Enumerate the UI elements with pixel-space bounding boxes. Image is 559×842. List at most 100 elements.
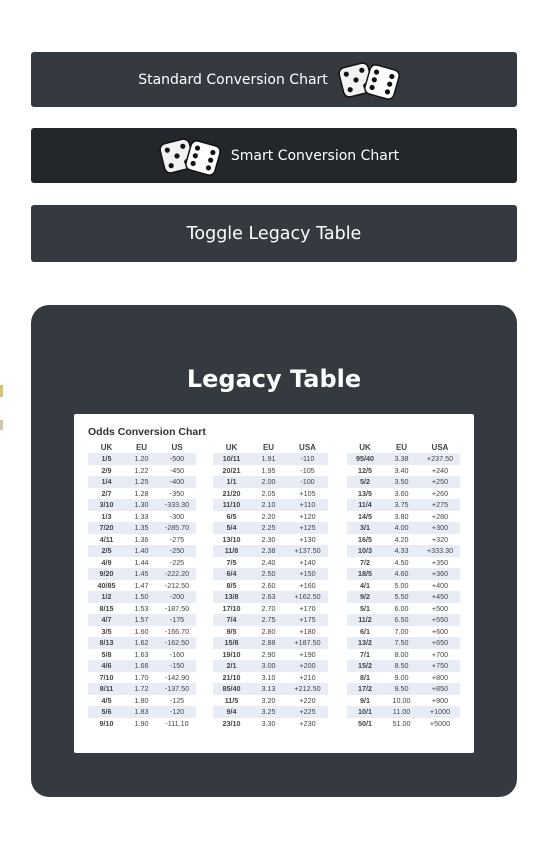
table-row: 13/2 7.50 +650	[347, 637, 460, 649]
table-cell: +162.50	[287, 591, 328, 603]
table-row: 11/4 3.75 +275	[347, 499, 460, 511]
table-cell: +237.50	[420, 453, 460, 465]
table-cell: +600	[431, 626, 449, 636]
table-cell: 2.10	[250, 499, 287, 511]
table-cell: 1.83	[125, 706, 158, 718]
table-cell: 1.66	[125, 660, 158, 672]
table-cell: +120	[299, 511, 316, 521]
table-cell: +220	[299, 695, 316, 705]
smart-conversion-chart-button[interactable]: Smart Conversion Chart	[31, 128, 517, 183]
table-cell: 7.50	[383, 637, 420, 649]
table-cell: -275	[169, 534, 185, 544]
table-cell: 3.75	[383, 499, 420, 511]
table-cell: 8/1	[360, 672, 370, 682]
table-row: 1/3 1.33 -300	[88, 511, 196, 523]
table-cell: 2/1	[213, 660, 250, 672]
table-row: 20/21 1.95 -105	[213, 465, 328, 477]
table-cell: +320	[431, 534, 449, 544]
table-cell: 5.50	[383, 591, 420, 603]
table-cell: 4.00	[383, 522, 420, 534]
column-header: EU	[262, 442, 275, 452]
table-cell: 1/2	[88, 591, 125, 603]
table-cell: -333.30	[158, 499, 196, 511]
table-cell: 3/1	[347, 522, 383, 534]
table-cell: -350	[169, 488, 185, 498]
column-header: UK	[359, 442, 371, 452]
table-row: 1/2 1.50 -200	[88, 591, 196, 603]
table-cell: +500	[431, 603, 449, 613]
table-row: 4/9 1.44 -225	[88, 557, 196, 569]
table-row: 12/5 3.40 +240	[347, 465, 460, 477]
table-cell: +160	[299, 580, 316, 590]
table-cell: 2.30	[261, 534, 276, 544]
table-row: 15/8 2.88 +187.50	[213, 637, 328, 649]
table-cell: 1.22	[134, 465, 149, 475]
table-cell: 9/10	[99, 718, 114, 728]
table-cell: 4/1	[360, 580, 370, 590]
table-cell: +140	[299, 557, 316, 567]
table-cell: 5/8	[101, 649, 112, 659]
table-cell: -225	[169, 557, 185, 567]
table-cell: 6/4	[213, 568, 250, 580]
table-cell: 5/2	[347, 476, 383, 488]
table-cell: 11/2	[347, 614, 383, 626]
smart-button-label: Smart Conversion Chart	[230, 147, 400, 164]
table-cell: +110	[287, 499, 328, 511]
table-cell: +750	[420, 660, 460, 672]
standard-conversion-chart-button[interactable]: Standard Conversion Chart	[31, 52, 517, 107]
table-cell: 8/11	[88, 683, 125, 695]
table-cell: -400	[158, 476, 196, 488]
table-row: 10/11 1.91 -110	[213, 453, 328, 465]
chart-title: Odds Conversion Chart	[88, 426, 206, 438]
table-cell: 2.05	[261, 488, 276, 498]
table-row: 2/7 1.28 -350	[88, 488, 196, 500]
table-cell: 1.30	[125, 499, 158, 511]
table-cell: 1.62	[125, 637, 158, 649]
panel-title: Legacy Table	[186, 365, 362, 393]
table-cell: 51.00	[392, 718, 411, 728]
table-cell: 20/21	[222, 465, 241, 475]
table-row: 9/1 10.00 +900	[347, 695, 460, 707]
table-cell: 4/5	[101, 695, 112, 705]
table-cell: 9/2	[347, 591, 383, 603]
table-cell: 3.60	[394, 488, 409, 498]
table-row: 3/10 1.30 -333.30	[88, 499, 196, 511]
table-cell: +650	[420, 637, 460, 649]
table-row: 19/10 2.90 +190	[213, 649, 328, 661]
table-cell: 10/11	[213, 453, 250, 465]
table-cell: 2.88	[250, 637, 287, 649]
odds-table-group-2: UK EU USA 10/11 1.91 -110 20/21 1.95 -105 1/1 2…	[213, 441, 328, 729]
table-cell: 9/4	[213, 706, 250, 718]
table-row: 2/1 3.00 +200	[213, 660, 328, 672]
table-cell: 3/5	[101, 626, 112, 636]
toggle-legacy-table-button[interactable]: Toggle Legacy Table	[31, 205, 517, 262]
table-row: 11/8 2.38 +137.50	[213, 545, 328, 557]
table-cell: -105	[300, 465, 315, 475]
table-cell: -222.20	[158, 568, 196, 580]
table-row: 5/8 1.63 -160	[88, 649, 196, 661]
table-row: 5/2 3.50 +250	[347, 476, 460, 488]
table-cell: 7.00	[394, 626, 409, 636]
column-header: USA	[299, 442, 316, 452]
table-cell: 50/1	[358, 718, 372, 728]
table-cell: 7/10	[99, 672, 114, 682]
table-row: 4/1 5.00 +400	[347, 580, 460, 592]
table-row: 1/4 1.25 -400	[88, 476, 196, 488]
table-cell: -500	[158, 453, 196, 465]
table-cell: +260	[431, 488, 449, 498]
table-cell: 3.10	[261, 672, 276, 682]
table-cell: 1.44	[134, 557, 149, 567]
table-cell: +240	[431, 465, 449, 475]
table-cell: 3.20	[261, 695, 276, 705]
table-cell: 3.13	[250, 683, 287, 695]
table-row: 21/20 2.05 +105	[213, 488, 328, 500]
table-cell: 17/2	[347, 683, 383, 695]
table-cell: 2.63	[250, 591, 287, 603]
table-cell: 1.80	[134, 695, 149, 705]
legacy-table-panel: Legacy Table Odds Conversion Chart UK EU…	[31, 305, 517, 797]
column-header: USA	[431, 442, 449, 452]
table-cell: 2.38	[250, 545, 287, 557]
table-row: 3/1 4.00 +300	[347, 522, 460, 534]
table-cell: 1.53	[134, 603, 149, 613]
dice-icon	[338, 61, 400, 100]
